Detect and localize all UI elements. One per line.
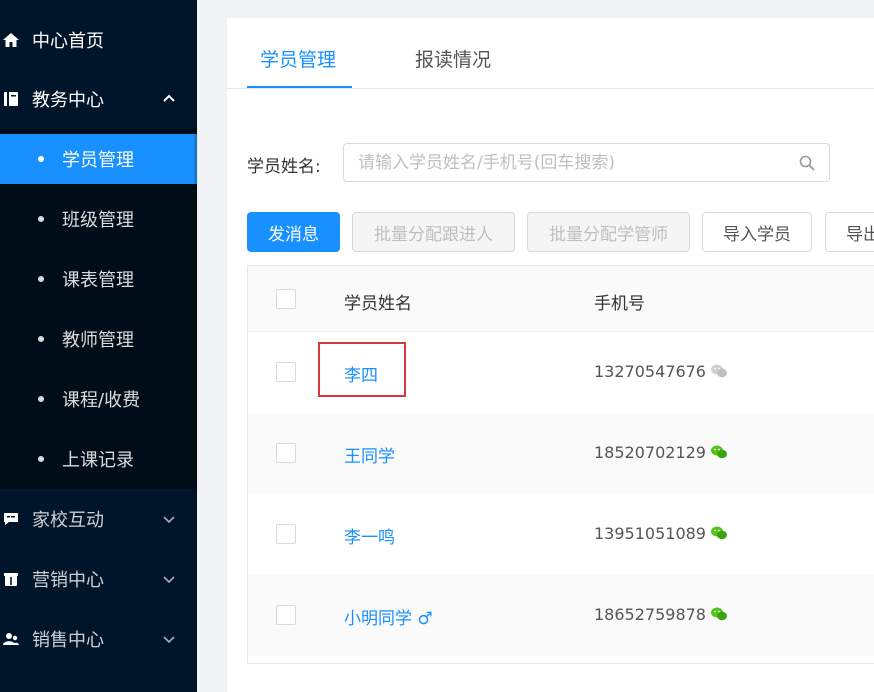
student-name-link[interactable]: 李一鸣 (344, 523, 395, 548)
main-panel: 学员管理 报读情况 学员姓名: 发消息 批量分配跟进人 批量分配学管师 导入学员… (227, 18, 874, 692)
chevron-up-icon[interactable] (162, 92, 176, 106)
select-all-checkbox[interactable] (276, 289, 296, 309)
tab-enrollment[interactable]: 报读情况 (415, 45, 491, 72)
sidebar-item-academic[interactable]: 教务中心 (0, 69, 197, 129)
column-header-phone: 手机号 (594, 294, 645, 314)
bullet-dot (38, 216, 44, 222)
sidebar-item-label: 营销中心 (32, 570, 104, 591)
home-icon (2, 31, 20, 49)
student-name-link[interactable]: 王同学 (344, 442, 395, 467)
table-row: 王同学 18520702129 (248, 413, 874, 494)
wechat-icon (711, 445, 727, 459)
column-header-name: 学员姓名 (344, 294, 412, 314)
sidebar: 中心首页 教务中心 学员管理 班级管理 课表管理 教师管理 课程/收费 上课记录… (0, 0, 197, 692)
batch-assign-follower-button[interactable]: 批量分配跟进人 (352, 212, 515, 252)
sidebar-subitem-label: 班级管理 (62, 210, 134, 231)
sidebar-item-sales[interactable]: 销售中心 (0, 609, 197, 669)
batch-assign-manager-button[interactable]: 批量分配学管师 (527, 212, 690, 252)
row-checkbox[interactable] (276, 524, 296, 544)
sidebar-subitem-courses[interactable]: 课程/收费 (0, 374, 197, 424)
bullet-dot (38, 336, 44, 342)
search-box[interactable] (343, 143, 830, 182)
bullet-dot (38, 396, 44, 402)
student-phone: 13270547676 (594, 362, 706, 381)
sidebar-shadow (193, 0, 197, 692)
sidebar-subitem-label: 课表管理 (62, 270, 134, 291)
student-name-link[interactable]: 小明同学 ♂ (344, 604, 433, 629)
row-checkbox[interactable] (276, 605, 296, 625)
sidebar-subitem-records[interactable]: 上课记录 (0, 434, 197, 484)
row-checkbox[interactable] (276, 362, 296, 382)
tab-students[interactable]: 学员管理 (260, 45, 336, 72)
sidebar-subitem-label: 上课记录 (62, 450, 134, 471)
sidebar-subitem-students[interactable]: 学员管理 (0, 134, 197, 184)
tab-bar: 学员管理 报读情况 (227, 18, 874, 89)
chevron-down-icon[interactable] (162, 572, 176, 586)
sidebar-subitem-label: 教师管理 (62, 330, 134, 351)
send-message-button[interactable]: 发消息 (247, 212, 340, 252)
chevron-down-icon[interactable] (162, 632, 176, 646)
sidebar-item-marketing[interactable]: 营销中心 (0, 549, 197, 609)
sidebar-item-home[interactable]: 中心首页 (0, 10, 197, 70)
sidebar-item-label: 教务中心 (32, 90, 104, 111)
sidebar-subitem-teachers[interactable]: 教师管理 (0, 314, 197, 364)
bullet-dot (38, 156, 44, 162)
export-button[interactable]: 导出 (825, 212, 874, 252)
bullet-dot (38, 276, 44, 282)
wechat-icon (711, 526, 727, 540)
students-table: 学员姓名 手机号 李四 13270547676 王同学 18520702129 … (247, 265, 874, 664)
sidebar-item-home-school[interactable]: 家校互动 (0, 489, 197, 549)
chat-icon (2, 510, 20, 528)
sidebar-subitem-schedule[interactable]: 课表管理 (0, 254, 197, 304)
table-row: 小明同学 ♂ 18652759878 (248, 575, 874, 656)
student-phone: 13951051089 (594, 524, 706, 543)
student-phone: 18652759878 (594, 605, 706, 624)
table-header: 学员姓名 手机号 (248, 266, 874, 332)
sidebar-subitem-label: 课程/收费 (62, 390, 141, 411)
row-checkbox[interactable] (276, 443, 296, 463)
sidebar-item-label: 家校互动 (32, 510, 104, 531)
chevron-down-icon[interactable] (162, 512, 176, 526)
search-input[interactable] (358, 152, 778, 174)
users-icon (2, 630, 20, 648)
table-row: 李一鸣 13951051089 (248, 494, 874, 575)
sidebar-subitem-label: 学员管理 (62, 150, 134, 171)
wechat-icon (711, 364, 727, 378)
sidebar-item-label: 中心首页 (32, 31, 104, 52)
tab-active-indicator (247, 86, 352, 88)
student-phone: 18520702129 (594, 443, 706, 462)
gift-icon (2, 570, 20, 588)
import-students-button[interactable]: 导入学员 (702, 212, 812, 252)
sidebar-item-label: 销售中心 (32, 630, 104, 651)
highlight-box (318, 342, 406, 397)
search-icon[interactable] (799, 155, 815, 171)
bullet-dot (38, 456, 44, 462)
search-label: 学员姓名: (247, 157, 321, 177)
sidebar-subitem-classes[interactable]: 班级管理 (0, 194, 197, 244)
book-icon (2, 90, 20, 108)
wechat-icon (711, 607, 727, 621)
